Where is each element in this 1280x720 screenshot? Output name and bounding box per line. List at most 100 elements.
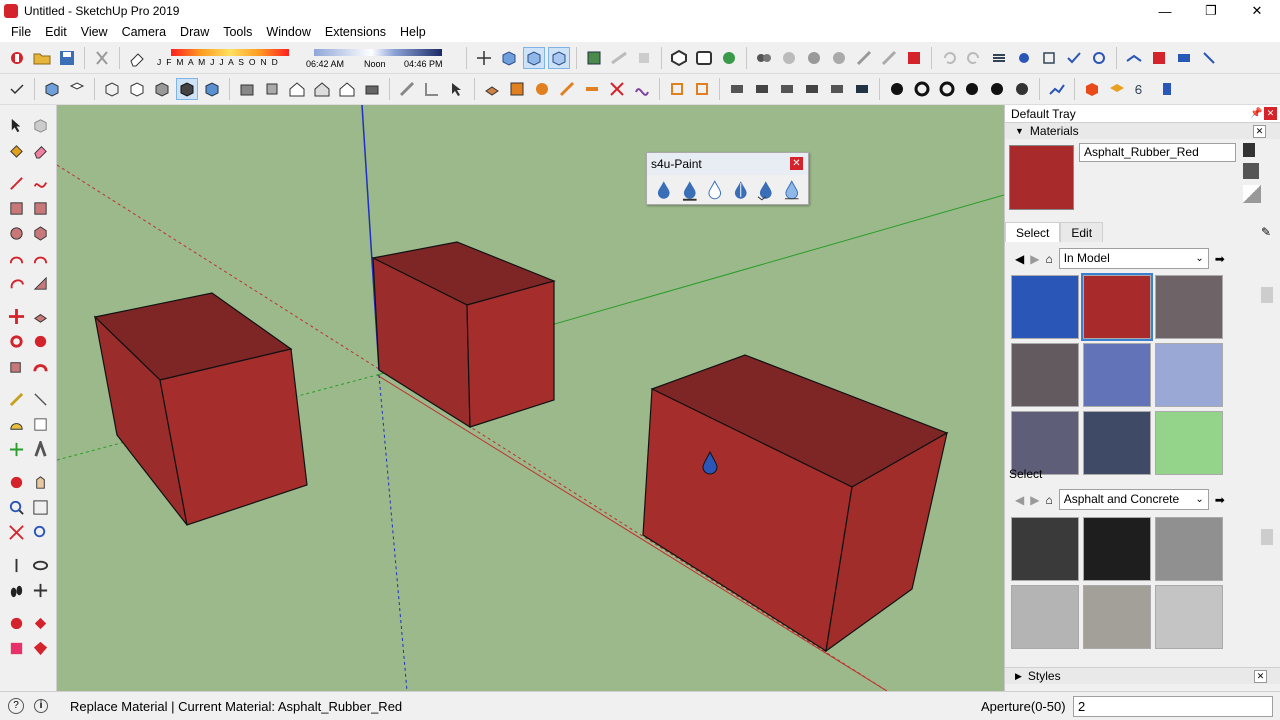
tray-close-button[interactable]: ✕ bbox=[1264, 107, 1277, 120]
extension-warehouse-icon[interactable] bbox=[718, 47, 740, 69]
tool-e-icon[interactable] bbox=[826, 78, 848, 100]
square-icon[interactable] bbox=[1038, 47, 1060, 69]
minimize-button[interactable]: — bbox=[1142, 0, 1188, 22]
scene-canvas[interactable] bbox=[57, 105, 1004, 691]
material-swatch[interactable] bbox=[1083, 411, 1151, 475]
top-view-icon[interactable] bbox=[66, 78, 88, 100]
polygon-tool-icon[interactable] bbox=[30, 224, 50, 244]
protractor-icon[interactable] bbox=[6, 415, 26, 435]
tool-a-icon[interactable] bbox=[726, 78, 748, 100]
circle-tool-icon[interactable] bbox=[6, 224, 26, 244]
forward-arrow-2-icon[interactable]: ▶ bbox=[1030, 493, 1039, 507]
select-cursor-icon[interactable] bbox=[446, 78, 468, 100]
menu-file[interactable]: File bbox=[4, 25, 38, 39]
material-swatch[interactable] bbox=[1155, 411, 1223, 475]
iso-view-icon[interactable] bbox=[41, 78, 63, 100]
menu-view[interactable]: View bbox=[74, 25, 115, 39]
scale-tool-icon[interactable] bbox=[6, 357, 26, 377]
styles-panel-header[interactable]: ▶ Styles ✕ bbox=[1005, 667, 1280, 684]
paint-drop-4-icon[interactable] bbox=[732, 179, 750, 201]
menu-extensions[interactable]: Extensions bbox=[318, 25, 393, 39]
dot-2-icon[interactable] bbox=[911, 78, 933, 100]
material-swatch[interactable] bbox=[1011, 411, 1079, 475]
front-view-icon[interactable] bbox=[236, 78, 258, 100]
materials-panel-header[interactable]: ▼ Materials ✕ bbox=[1005, 122, 1280, 139]
ruby-icon[interactable] bbox=[30, 639, 50, 659]
box-middle[interactable] bbox=[371, 241, 556, 429]
redo-icon[interactable] bbox=[963, 47, 985, 69]
tape-measure-icon[interactable] bbox=[6, 390, 26, 410]
axes-tool-icon[interactable] bbox=[6, 440, 26, 460]
styles-panel-close-button[interactable]: ✕ bbox=[1254, 669, 1267, 683]
dot-1-icon[interactable] bbox=[886, 78, 908, 100]
right-view-icon[interactable] bbox=[261, 78, 283, 100]
3d-text-icon[interactable] bbox=[30, 440, 50, 460]
shadow-time-slider[interactable]: 06:42 AM Noon 04:46 PM bbox=[306, 45, 456, 71]
material-swatch[interactable] bbox=[1011, 585, 1079, 649]
select-tool-icon[interactable] bbox=[6, 116, 26, 136]
material-swatch[interactable] bbox=[1083, 343, 1151, 407]
offset-icon[interactable] bbox=[531, 78, 553, 100]
geolocation-icon[interactable]: ? bbox=[8, 698, 24, 714]
swatch-scrollbar[interactable] bbox=[1260, 275, 1274, 457]
menu-edit[interactable]: Edit bbox=[38, 25, 74, 39]
eraser-tool-icon[interactable] bbox=[30, 141, 50, 161]
paint-drop-2-icon[interactable] bbox=[681, 179, 699, 201]
sphere-icon[interactable] bbox=[1013, 47, 1035, 69]
material-preview[interactable] bbox=[1009, 145, 1074, 210]
material-swatch[interactable] bbox=[1011, 275, 1079, 339]
walk-tool-icon[interactable] bbox=[6, 581, 26, 601]
tool-b-icon[interactable] bbox=[751, 78, 773, 100]
forward-arrow-icon[interactable]: ▶ bbox=[1030, 252, 1039, 266]
component-icon[interactable] bbox=[498, 47, 520, 69]
cube-red-icon[interactable] bbox=[1081, 78, 1103, 100]
move-tool-icon[interactable] bbox=[6, 307, 26, 327]
material-swatch[interactable] bbox=[1155, 343, 1223, 407]
xray-style-icon[interactable] bbox=[101, 78, 123, 100]
warehouse-icon[interactable] bbox=[668, 47, 690, 69]
position-camera-icon[interactable] bbox=[6, 556, 26, 576]
sandbox-icon[interactable] bbox=[1123, 47, 1145, 69]
scale-icon[interactable] bbox=[581, 78, 603, 100]
save-icon[interactable] bbox=[56, 47, 78, 69]
arrow-icon[interactable] bbox=[1198, 47, 1220, 69]
push-pull-icon[interactable] bbox=[481, 78, 503, 100]
line-tool-icon[interactable] bbox=[6, 174, 26, 194]
home-collection-2-icon[interactable]: ⌂ bbox=[1045, 493, 1052, 507]
material-name-field[interactable]: Asphalt_Rubber_Red bbox=[1079, 143, 1236, 162]
section-plane-icon[interactable] bbox=[583, 47, 605, 69]
material-swatch[interactable] bbox=[1083, 517, 1151, 581]
sample-paint-icon[interactable]: ✎ bbox=[1251, 222, 1280, 242]
three-point-arc-icon[interactable] bbox=[6, 274, 26, 294]
check-mark-icon[interactable] bbox=[6, 78, 28, 100]
box-right[interactable] bbox=[642, 354, 949, 653]
frame-2-icon[interactable] bbox=[691, 78, 713, 100]
undo-icon[interactable] bbox=[938, 47, 960, 69]
intersect-icon[interactable] bbox=[778, 47, 800, 69]
s4u-paint-close-button[interactable]: ✕ bbox=[790, 157, 803, 170]
dot-5-icon[interactable] bbox=[986, 78, 1008, 100]
menu-help[interactable]: Help bbox=[393, 25, 433, 39]
left-view-icon[interactable] bbox=[336, 78, 358, 100]
display-secondary-icon[interactable] bbox=[1243, 143, 1255, 157]
x-tool-icon[interactable] bbox=[606, 78, 628, 100]
info-icon[interactable]: i bbox=[34, 699, 48, 713]
offset-tool-icon[interactable] bbox=[30, 357, 50, 377]
rectangle-tool-icon[interactable] bbox=[6, 199, 26, 219]
arc-tool-icon[interactable] bbox=[6, 249, 26, 269]
collection-2-dropdown[interactable]: Asphalt and Concrete ⌄ bbox=[1058, 489, 1209, 510]
shaded-textures-icon[interactable] bbox=[201, 78, 223, 100]
paint-drop-6-icon[interactable] bbox=[783, 179, 801, 201]
orbit-tool-icon[interactable] bbox=[6, 473, 26, 493]
tool-c-icon[interactable] bbox=[776, 78, 798, 100]
solid-tools-icon[interactable] bbox=[753, 47, 775, 69]
section-cut-icon[interactable] bbox=[608, 47, 630, 69]
trim-icon[interactable] bbox=[853, 47, 875, 69]
zoom-tool-icon[interactable] bbox=[6, 498, 26, 518]
menu-window[interactable]: Window bbox=[259, 25, 317, 39]
two-point-arc-icon[interactable] bbox=[30, 249, 50, 269]
warehouse-tool-icon[interactable] bbox=[6, 614, 26, 634]
close-button[interactable]: ✕ bbox=[1234, 0, 1280, 22]
rotate-tool-icon[interactable] bbox=[6, 332, 26, 352]
hidden-line-icon[interactable] bbox=[151, 78, 173, 100]
